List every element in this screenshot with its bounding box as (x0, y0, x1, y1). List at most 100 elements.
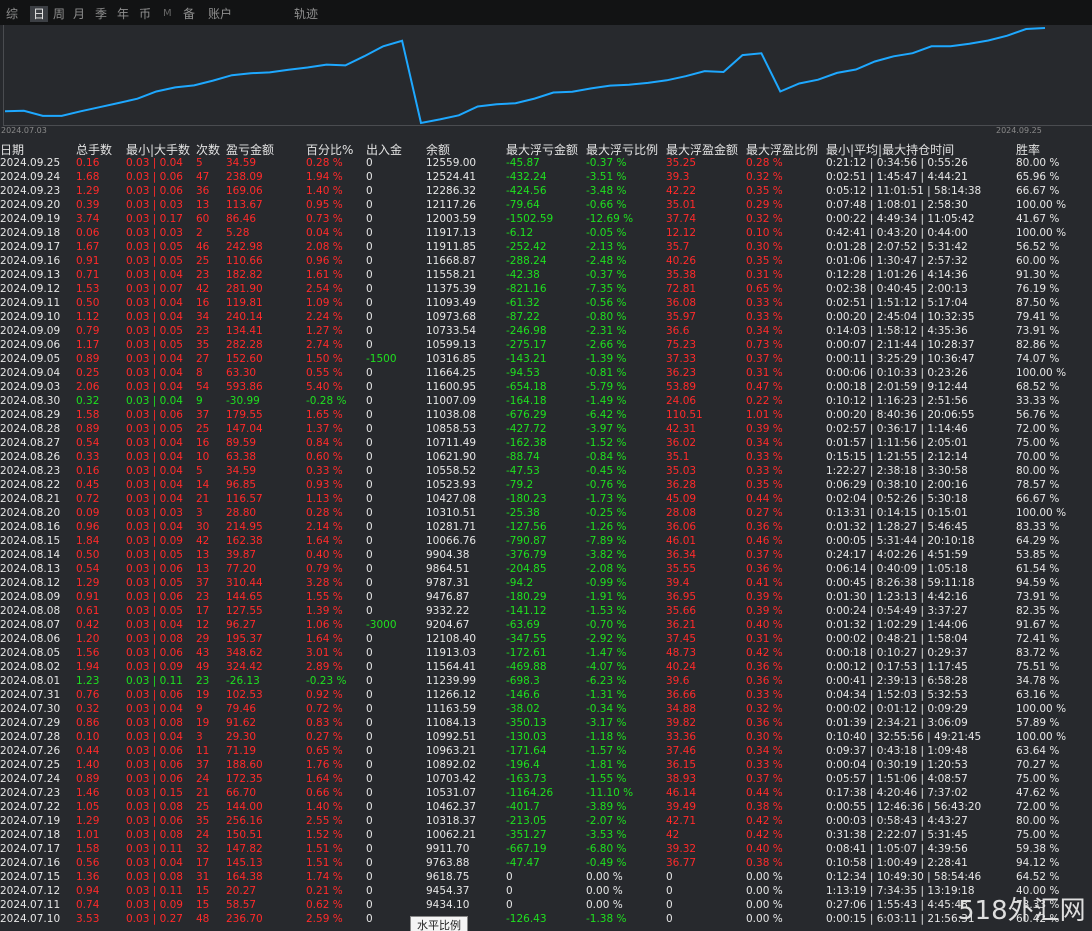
tab-note[interactable]: 备 (183, 7, 195, 21)
table-row[interactable]: 2024.09.20 0.39 0.03 | 0.03 13 113.67 0.95 % 0… (0, 198, 1092, 212)
table-row[interactable]: 2024.08.08 0.61 0.03 | 0.05 17 127.55 1.39 % 0… (0, 604, 1092, 618)
table-row[interactable]: 2024.09.18 0.06 0.03 | 0.03 2 5.28 0.04 % 0 119… (0, 226, 1092, 240)
trade-stats-window: 综日周月季年币 M 备账户 轨迹 2024.07.03 2024.09.25 日期 总手… (0, 0, 1092, 931)
table-row[interactable]: 2024.08.27 0.54 0.03 | 0.04 16 89.59 0.84 % 0 1… (0, 436, 1092, 450)
table-row[interactable]: 2024.07.16 0.56 0.03 | 0.04 17 145.13 1.51 % 0… (0, 856, 1092, 870)
cell-lots: 1.17 (76, 339, 100, 351)
table-row[interactable]: 2024.08.23 0.16 0.03 | 0.04 5 34.59 0.33 % 0 10… (0, 464, 1092, 478)
cell-mflp: -3.97 % (586, 423, 627, 435)
table-row[interactable]: 2024.08.29 1.58 0.03 | 0.06 37 179.55 1.65 % 0… (0, 408, 1092, 422)
table-row[interactable]: 2024.09.06 1.17 0.03 | 0.05 35 282.28 2.74 % 0… (0, 338, 1092, 352)
tab-magic[interactable]: M (163, 7, 172, 21)
cell-mfpp: 0.37 % (746, 549, 783, 561)
table-row[interactable]: 2024.07.23 1.46 0.03 | 0.15 21 66.70 0.66 % 0 1… (0, 786, 1092, 800)
table-row[interactable]: 2024.09.23 1.29 0.03 | 0.06 36 169.06 1.40 % 0… (0, 184, 1092, 198)
table-row[interactable]: 2024.08.14 0.50 0.03 | 0.05 13 39.87 0.40 % 0 9… (0, 548, 1092, 562)
table-row[interactable]: 2024.08.02 1.94 0.03 | 0.09 49 324.42 2.89 % 0… (0, 660, 1092, 674)
table-row[interactable]: 2024.09.17 1.67 0.03 | 0.05 46 242.98 2.08 % 0… (0, 240, 1092, 254)
cell-minmax: 0.03 | 0.04 (126, 479, 183, 491)
table-row[interactable]: 2024.08.26 0.33 0.03 | 0.04 10 63.38 0.60 % 0 1… (0, 450, 1092, 464)
cell-mfl: -347.55 (506, 633, 547, 645)
cell-hold: 0:02:38 | 0:40:45 | 2:00:13 (826, 283, 968, 295)
cell-date: 2024.08.27 (0, 437, 61, 449)
table-row[interactable]: 2024.07.12 0.94 0.03 | 0.11 15 20.27 0.21 % 0 9… (0, 884, 1092, 898)
cell-mfl: -38.02 (506, 703, 540, 715)
table-row[interactable]: 2024.07.25 1.40 0.03 | 0.06 37 188.60 1.76 % 0… (0, 758, 1092, 772)
cell-date: 2024.08.13 (0, 563, 61, 575)
tab-currency[interactable]: 币 (139, 7, 151, 21)
table-row[interactable]: 2024.09.12 1.53 0.03 | 0.07 42 281.90 2.54 % 0… (0, 282, 1092, 296)
table-row[interactable]: 2024.09.10 1.12 0.03 | 0.04 34 240.14 2.24 % 0… (0, 310, 1092, 324)
table-row[interactable]: 2024.08.22 0.45 0.03 | 0.04 14 96.85 0.93 % 0 1… (0, 478, 1092, 492)
table-row[interactable]: 2024.08.30 0.32 0.03 | 0.04 9 -30.99 -0.28 % 0… (0, 394, 1092, 408)
table-row[interactable]: 2024.09.03 2.06 0.03 | 0.04 54 593.86 5.40 % 0… (0, 380, 1092, 394)
tab-quarter[interactable]: 季 (95, 7, 107, 21)
table-row[interactable]: 2024.07.15 1.36 0.03 | 0.08 31 164.38 1.74 % 0… (0, 870, 1092, 884)
table-row[interactable]: 2024.08.12 1.29 0.03 | 0.05 37 310.44 3.28 % 0… (0, 576, 1092, 590)
table-row[interactable]: 2024.08.05 1.56 0.03 | 0.06 43 348.62 3.01 % 0… (0, 646, 1092, 660)
table-row[interactable]: 2024.08.09 0.91 0.03 | 0.06 23 144.65 1.55 % 0… (0, 590, 1092, 604)
cell-pnl: 91.62 (226, 717, 257, 729)
table-row[interactable]: 2024.07.29 0.86 0.03 | 0.08 19 91.62 0.83 % 0 1… (0, 716, 1092, 730)
tab-account[interactable]: 账户 (208, 7, 232, 21)
cell-bal: 11163.59 (426, 703, 477, 715)
table-row[interactable]: 2024.07.24 0.89 0.03 | 0.06 24 172.35 1.64 % 0… (0, 772, 1092, 786)
cell-mflp: -3.51 % (586, 171, 627, 183)
cell-count: 9 (196, 395, 203, 407)
table-row[interactable]: 2024.08.21 0.72 0.03 | 0.04 21 116.57 1.13 % 0… (0, 492, 1092, 506)
cell-date: 2024.07.24 (0, 773, 61, 785)
table-row[interactable]: 2024.08.15 1.84 0.03 | 0.09 42 162.38 1.64 % 0… (0, 534, 1092, 548)
cell-hold: 0:17:38 | 4:20:46 | 7:37:02 (826, 787, 968, 799)
table-row[interactable]: 2024.08.20 0.09 0.03 | 0.03 3 28.80 0.28 % 0 10… (0, 506, 1092, 520)
cell-pnl: 172.35 (226, 773, 263, 785)
table-row[interactable]: 2024.07.26 0.44 0.03 | 0.06 11 71.19 0.65 % 0 1… (0, 744, 1092, 758)
table-row[interactable]: 2024.09.13 0.71 0.03 | 0.04 23 182.82 1.61 % 0… (0, 268, 1092, 282)
cell-pnl: 152.60 (226, 353, 263, 365)
tab-month[interactable]: 月 (73, 7, 85, 21)
table-row[interactable]: 2024.08.06 1.20 0.03 | 0.08 29 195.37 1.64 % 0… (0, 632, 1092, 646)
cell-bal: 12117.26 (426, 199, 477, 211)
tab-year[interactable]: 年 (117, 7, 129, 21)
table-row[interactable]: 2024.07.17 1.58 0.03 | 0.11 32 147.82 1.51 % 0… (0, 842, 1092, 856)
tab-summary[interactable]: 综 (6, 7, 18, 21)
cell-date: 2024.07.10 (0, 913, 61, 925)
table-row[interactable]: 2024.08.16 0.96 0.03 | 0.04 30 214.95 2.14 % 0… (0, 520, 1092, 534)
table-row[interactable]: 2024.08.07 0.42 0.03 | 0.04 12 96.27 1.06 % -3… (0, 618, 1092, 632)
tab-week[interactable]: 周 (53, 7, 65, 21)
table-row[interactable]: 2024.07.28 0.10 0.03 | 0.04 3 29.30 0.27 % 0 10… (0, 730, 1092, 744)
table-row[interactable]: 2024.07.31 0.76 0.03 | 0.06 19 102.53 0.92 % 0… (0, 688, 1092, 702)
table-row[interactable]: 2024.09.05 0.89 0.03 | 0.04 27 152.60 1.50 % -… (0, 352, 1092, 366)
table-row[interactable]: 2024.09.11 0.50 0.03 | 0.04 16 119.81 1.09 % 0… (0, 296, 1092, 310)
cell-lots: 1.29 (76, 815, 100, 827)
cell-pnl: 86.46 (226, 213, 257, 225)
table-row[interactable]: 2024.07.19 1.29 0.03 | 0.06 35 256.16 2.55 % 0… (0, 814, 1092, 828)
table-row[interactable]: 2024.09.24 1.68 0.03 | 0.06 47 238.09 1.94 % 0… (0, 170, 1092, 184)
table-row[interactable]: 2024.09.09 0.79 0.03 | 0.05 23 134.41 1.27 % 0… (0, 324, 1092, 338)
tab-trajectory[interactable]: 轨迹 (294, 7, 318, 21)
table-row[interactable]: 2024.08.13 0.54 0.03 | 0.06 13 77.20 0.79 % 0 9… (0, 562, 1092, 576)
cell-date: 2024.08.01 (0, 675, 61, 687)
table-row[interactable]: 2024.08.28 0.89 0.03 | 0.05 25 147.04 1.37 % 0… (0, 422, 1092, 436)
cell-io: 0 (366, 507, 373, 519)
table-row[interactable]: 2024.09.16 0.91 0.03 | 0.05 25 110.66 0.96 % 0… (0, 254, 1092, 268)
cell-mfl: -1164.26 (506, 787, 554, 799)
table-row[interactable]: 2024.09.25 0.16 0.03 | 0.04 5 34.59 0.28 % 0 12… (0, 156, 1092, 170)
cell-pct: 0.28 % (306, 507, 343, 519)
cell-date: 2024.08.02 (0, 661, 61, 673)
table-row[interactable]: 2024.09.19 3.74 0.03 | 0.17 60 86.46 0.73 % 0 1… (0, 212, 1092, 226)
cell-hold: 0:09:37 | 0:43:18 | 1:09:48 (826, 745, 968, 757)
cell-io: 0 (366, 717, 373, 729)
tab-day[interactable]: 日 (30, 6, 49, 22)
cell-minmax: 0.03 | 0.04 (126, 619, 183, 631)
cell-count: 19 (196, 717, 210, 729)
table-row[interactable]: 2024.07.30 0.32 0.03 | 0.04 9 79.46 0.72 % 0 11… (0, 702, 1092, 716)
table-row[interactable]: 2024.07.11 0.74 0.03 | 0.09 15 58.57 0.62 % 0 9… (0, 898, 1092, 912)
table-row[interactable]: 2024.07.22 1.05 0.03 | 0.08 25 144.00 1.40 % 0… (0, 800, 1092, 814)
cell-mfl: -252.42 (506, 241, 547, 253)
cell-pct: 3.28 % (306, 577, 343, 589)
table-row[interactable]: 2024.08.01 1.23 0.03 | 0.11 23 -26.13 -0.23 %… (0, 674, 1092, 688)
table-row[interactable]: 2024.07.10 3.53 0.03 | 0.27 48 236.70 2.59 % 0… (0, 912, 1092, 926)
cell-minmax: 0.03 | 0.08 (126, 871, 183, 883)
table-row[interactable]: 2024.07.18 1.01 0.03 | 0.08 24 150.51 1.52 % 0… (0, 828, 1092, 842)
table-row[interactable]: 2024.09.04 0.25 0.03 | 0.04 8 63.30 0.55 % 0 11… (0, 366, 1092, 380)
